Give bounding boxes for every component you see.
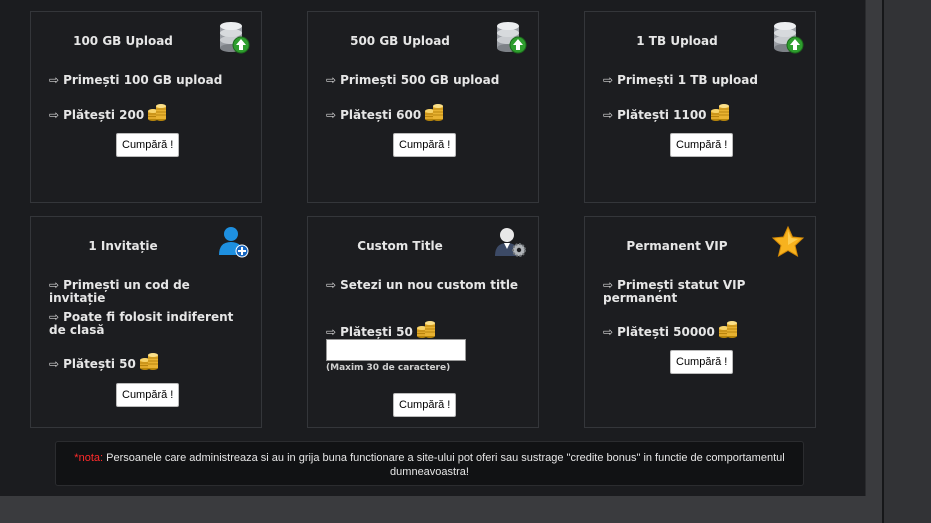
note-label: *nota: <box>74 452 104 464</box>
item-price: ⇨ Plătești 200 <box>49 102 249 122</box>
item-benefit: ⇨ Primești un cod de invitație <box>49 278 190 305</box>
right-sidebar-strip <box>882 0 931 523</box>
arrow-icon: ⇨ <box>49 357 60 371</box>
item-price: ⇨ Plătești 50 <box>49 351 249 371</box>
arrow-icon: ⇨ <box>49 108 60 122</box>
database-upload-icon <box>217 20 251 54</box>
arrow-icon: ⇨ <box>326 73 337 87</box>
item-benefit: ⇨ Setezi un nou custom title <box>326 278 519 292</box>
buy-button[interactable]: Cumpără ! <box>116 383 180 407</box>
coins-icon <box>416 319 436 339</box>
database-upload-icon <box>771 20 805 54</box>
custom-title-input[interactable] <box>326 339 466 361</box>
item-price: ⇨ Plătești 600 <box>326 102 526 122</box>
shop-item-1tb-upload: 1 TB Upload ⇨ Primești 1 TB upload ⇨ Plăte… <box>584 11 816 203</box>
item-benefit: ⇨ Primești statut VIP permanent <box>603 278 746 305</box>
arrow-icon: ⇨ <box>326 278 337 292</box>
item-price: ⇨ Plătești 50000 <box>603 319 803 339</box>
add-user-icon <box>219 227 249 258</box>
shop-item-invitation: 1 Invitație ⇨ Primești un cod de invitați… <box>30 216 262 428</box>
item-title: 1 TB Upload <box>636 34 718 48</box>
item-benefit: ⇨ Primești 1 TB upload <box>603 73 758 87</box>
item-title: 1 Invitație <box>88 239 158 253</box>
buy-button[interactable]: Cumpără ! <box>116 133 180 157</box>
item-title: Custom Title <box>357 239 443 253</box>
arrow-icon: ⇨ <box>49 278 60 292</box>
item-benefit: ⇨ Primești 500 GB upload <box>326 73 500 87</box>
user-settings-icon <box>495 228 526 257</box>
item-price: ⇨ Plătești 1100 <box>603 102 803 122</box>
item-title: 100 GB Upload <box>73 34 173 48</box>
arrow-icon: ⇨ <box>49 310 60 324</box>
coins-icon <box>147 102 167 122</box>
shop-item-100gb-upload: 100 GB Upload ⇨ Primești 100 GB upload ⇨ P… <box>30 11 262 203</box>
shop-item-custom-title: Custom Title ⇨ Setezi un nou custom title… <box>307 216 539 428</box>
item-price: ⇨ Plătești 50 <box>326 319 526 339</box>
coins-icon <box>424 102 444 122</box>
buy-button[interactable]: Cumpără ! <box>393 393 457 417</box>
item-benefit: ⇨ Poate fi folosit indiferent de clasă <box>49 310 234 337</box>
arrow-icon: ⇨ <box>49 73 60 87</box>
star-icon <box>771 225 805 258</box>
arrow-icon: ⇨ <box>603 278 614 292</box>
note-text: Persoanele care administreaza si au in g… <box>106 452 785 478</box>
arrow-icon: ⇨ <box>603 108 614 122</box>
arrow-icon: ⇨ <box>326 108 337 122</box>
coins-icon <box>710 102 730 122</box>
shop-item-500gb-upload: 500 GB Upload ⇨ Primești 500 GB upload ⇨ P… <box>307 11 539 203</box>
coins-icon <box>718 319 738 339</box>
item-title: Permanent VIP <box>626 239 728 253</box>
item-benefit: ⇨ Primești 100 GB upload <box>49 73 223 87</box>
arrow-icon: ⇨ <box>603 325 614 339</box>
bonus-credits-note: *nota: Persoanele care administreaza si … <box>55 441 804 486</box>
buy-button[interactable]: Cumpără ! <box>670 350 734 374</box>
item-title: 500 GB Upload <box>350 34 450 48</box>
arrow-icon: ⇨ <box>603 73 614 87</box>
shop-item-permanent-vip: Permanent VIP ⇨ Primești statut VIP perma… <box>584 216 816 428</box>
buy-button[interactable]: Cumpără ! <box>670 133 734 157</box>
arrow-icon: ⇨ <box>326 325 337 339</box>
buy-button[interactable]: Cumpără ! <box>393 133 457 157</box>
coins-icon <box>139 351 159 371</box>
input-hint: (Maxim 30 de caractere) <box>326 363 451 373</box>
database-upload-icon <box>494 20 528 54</box>
